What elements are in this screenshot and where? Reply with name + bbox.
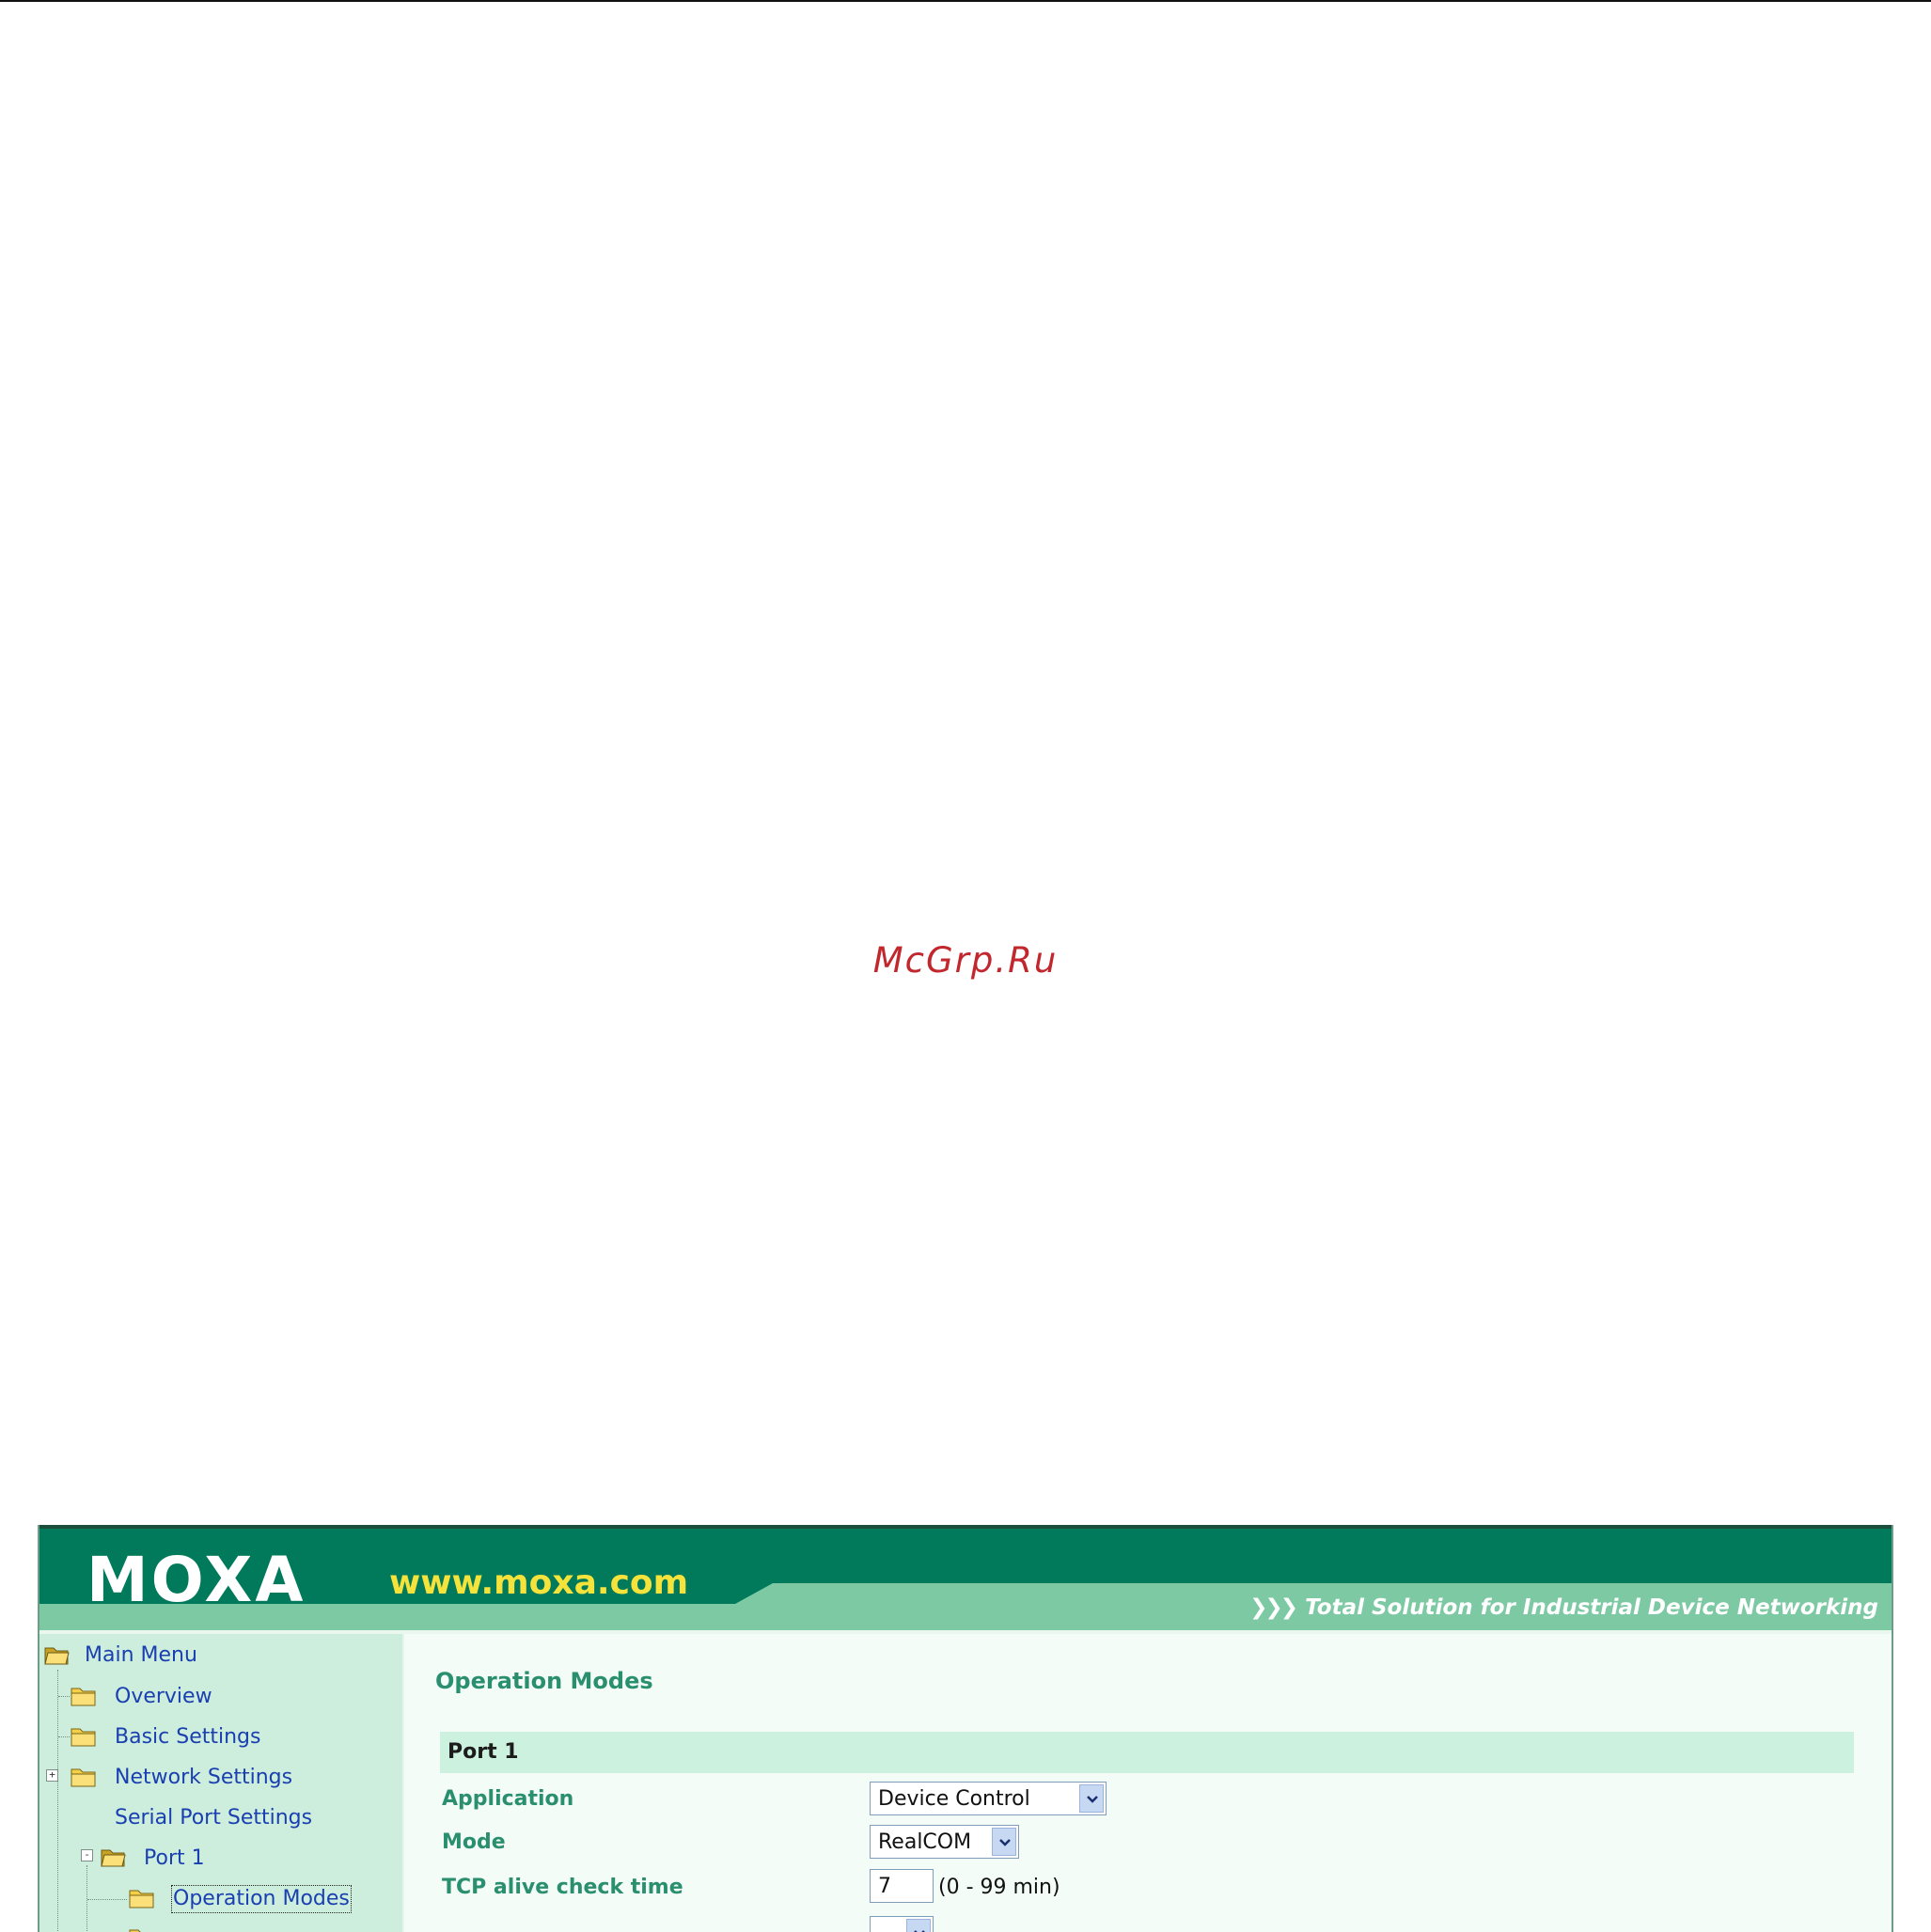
application-select[interactable]: Device Control <box>870 1782 1107 1815</box>
application-label: Application <box>442 1787 574 1811</box>
tcp-alive-check-time-input[interactable] <box>870 1869 934 1903</box>
website-url[interactable]: www.moxa.com <box>389 1566 688 1600</box>
main-content: Operation Modes Port 1 Application Devic… <box>404 1634 1892 1932</box>
expand-network-settings-icon[interactable]: + <box>46 1769 58 1782</box>
open-folder-icon <box>43 1642 71 1667</box>
chevron-down-icon <box>906 1919 931 1932</box>
chevron-down-icon <box>1079 1784 1104 1813</box>
tree-connector <box>57 1670 58 1932</box>
mode-value: RealCOM <box>878 1830 972 1854</box>
nav-basic-settings[interactable]: Basic Settings <box>115 1725 260 1750</box>
section-header: Port 1 <box>440 1732 1854 1773</box>
banner: MOXA www.moxa.com ❯❯❯ Total Solution for … <box>39 1525 1892 1634</box>
folder-icon <box>128 1886 156 1910</box>
page: McGrp.Ru MOXA www.moxa.com ❯❯❯ Total Solu… <box>0 0 1931 1932</box>
sidebar-nav: Main Menu Overview Basic Settings + Netw… <box>39 1634 404 1932</box>
open-folder-icon <box>100 1845 128 1869</box>
collapse-port-1-icon[interactable]: - <box>81 1849 93 1861</box>
nav-overview[interactable]: Overview <box>115 1685 212 1709</box>
clipped-select[interactable] <box>870 1916 934 1932</box>
folder-icon <box>70 1724 98 1749</box>
top-rule <box>0 0 1931 2</box>
mode-select[interactable]: RealCOM <box>870 1825 1019 1859</box>
tree-connector <box>58 1736 70 1737</box>
tcp-alive-check-time-label: TCP alive check time <box>442 1876 683 1899</box>
double-chevron-right-icon: ❯❯❯ <box>1249 1595 1298 1620</box>
nav-serial-port-settings[interactable]: Serial Port Settings <box>115 1806 312 1830</box>
slogan-text: Total Solution for Industrial Device Net… <box>1305 1595 1878 1620</box>
nav-network-settings[interactable]: Network Settings <box>115 1766 292 1790</box>
section-title: Port 1 <box>447 1740 519 1764</box>
nav-main-menu[interactable]: Main Menu <box>85 1643 197 1668</box>
chevron-down-icon <box>992 1828 1016 1856</box>
folder-icon <box>70 1684 98 1708</box>
tree-connector <box>87 1899 127 1900</box>
watermark: McGrp.Ru <box>872 940 1059 981</box>
moxa-console-screenshot: MOXA www.moxa.com ❯❯❯ Total Solution for … <box>38 1525 1893 1932</box>
page-title: Operation Modes <box>435 1668 653 1694</box>
folder-icon <box>128 1925 156 1932</box>
tree-connector <box>58 1696 70 1697</box>
application-value: Device Control <box>878 1787 1030 1811</box>
nav-operation-modes[interactable]: Operation Modes <box>171 1885 352 1913</box>
tcp-alive-range-hint: (0 - 99 min) <box>938 1876 1060 1899</box>
folder-icon <box>70 1765 98 1789</box>
nav-port-1[interactable]: Port 1 <box>144 1846 205 1871</box>
mode-label: Mode <box>442 1830 506 1854</box>
moxa-logo: MOXA <box>86 1544 306 1616</box>
slogan: ❯❯❯ Total Solution for Industrial Device … <box>1249 1597 1878 1619</box>
